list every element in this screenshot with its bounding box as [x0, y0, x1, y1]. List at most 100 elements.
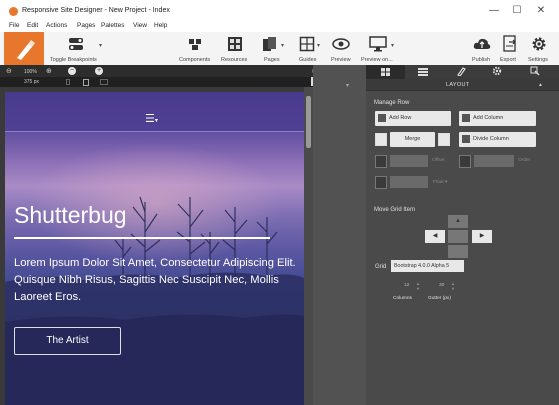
- pages-dropdown-icon[interactable]: ▾: [281, 42, 284, 49]
- hero-divider: [14, 237, 270, 239]
- merge-left-icon[interactable]: [375, 133, 387, 146]
- canvas-width[interactable]: 375 px: [24, 79, 39, 85]
- offset-icon: [375, 155, 387, 168]
- menu-palettes[interactable]: Palettes: [101, 22, 125, 29]
- hero-title[interactable]: Shutterbug: [14, 202, 127, 229]
- move-up-button[interactable]: ▲: [448, 215, 468, 228]
- resources-label[interactable]: Resources: [221, 57, 247, 63]
- menu-edit[interactable]: Edit: [27, 22, 38, 29]
- close-button[interactable]: ✕: [534, 4, 548, 18]
- divide-column-icon: [462, 135, 470, 143]
- guides-dropdown-icon[interactable]: ▾: [317, 42, 320, 49]
- settings-gear-icon[interactable]: [531, 36, 547, 52]
- order-icon: [459, 155, 471, 168]
- tab-style-brush-icon[interactable]: [456, 66, 466, 76]
- grid-framework-select[interactable]: Bootstrap 4.0.0 Alpha 5: [391, 260, 464, 272]
- pages-icon[interactable]: [262, 36, 280, 52]
- breakpoint-bar: [0, 77, 313, 87]
- float-icon: [375, 176, 387, 189]
- settings-label[interactable]: Settings: [528, 57, 548, 63]
- layout-collapse-icon[interactable]: ▲: [538, 82, 543, 88]
- desktop-breakpoint-icon[interactable]: [100, 79, 108, 85]
- tab-layout[interactable]: [366, 65, 405, 79]
- tab-interactions-cursor-icon[interactable]: [530, 66, 540, 76]
- divide-column-button[interactable]: Divide Column: [459, 132, 536, 147]
- menu-view[interactable]: View: [133, 22, 147, 29]
- resources-icon[interactable]: [227, 36, 243, 52]
- float-value[interactable]: Float ▾: [433, 180, 447, 185]
- canvas-scrollbar-thumb[interactable]: [306, 96, 311, 148]
- float-select[interactable]: [390, 176, 428, 188]
- move-right-button[interactable]: ▶: [472, 230, 492, 243]
- page-preview[interactable]: ☰▾ Shutterbug Lorem Ipsum Dolor Sit Amet…: [5, 92, 304, 405]
- tablet-breakpoint-icon[interactable]: [83, 79, 89, 86]
- design-mode-button[interactable]: [4, 32, 44, 66]
- add-row-button[interactable]: Add Row: [375, 111, 451, 126]
- columns-value[interactable]: 12: [404, 283, 409, 288]
- preview-on-dropdown-icon[interactable]: ▾: [391, 42, 394, 49]
- minimize-button[interactable]: —: [487, 4, 501, 18]
- collapse-chevron-icon[interactable]: ▾: [346, 82, 349, 89]
- manage-row-title: Manage Row: [374, 100, 410, 106]
- zoom-out-magnifier-icon[interactable]: ⊖: [6, 67, 12, 75]
- gutter-value[interactable]: 30: [439, 283, 444, 288]
- publish-label[interactable]: Publish: [472, 57, 490, 63]
- app-logo-icon: [9, 7, 18, 16]
- preview-on-label[interactable]: Preview on...: [361, 57, 393, 63]
- menu-actions[interactable]: Actions: [46, 22, 67, 29]
- add-column-label: Add Column: [473, 115, 504, 121]
- move-grid-item-title: Move Grid Item: [374, 207, 416, 213]
- layout-grid-icon: [381, 68, 390, 76]
- export-icon[interactable]: [502, 35, 518, 53]
- pages-label[interactable]: Pages: [264, 57, 280, 63]
- columns-label: Columns: [393, 296, 412, 301]
- grid-label: Grid: [375, 264, 387, 270]
- tab-list-icon[interactable]: [418, 68, 428, 76]
- zoom-decrease-button[interactable]: −: [68, 67, 76, 75]
- zoom-in-magnifier-icon[interactable]: ⊕: [46, 67, 52, 75]
- phone-breakpoint-icon[interactable]: [66, 79, 70, 85]
- the-artist-button[interactable]: The Artist: [14, 327, 121, 355]
- menu-file[interactable]: File: [9, 22, 19, 29]
- order-label: Order: [518, 158, 531, 163]
- window-title: Responsive Site Designer - New Project -…: [22, 7, 170, 14]
- hamburger-menu-icon[interactable]: ☰▾: [145, 112, 158, 125]
- move-left-button[interactable]: ◀: [425, 230, 445, 243]
- toggle-breakpoints-label[interactable]: Toggle Breakpoints: [50, 57, 97, 63]
- maximize-button[interactable]: ☐: [510, 4, 524, 18]
- add-column-icon: [462, 114, 470, 122]
- add-row-label: Add Row: [389, 115, 412, 121]
- panel-gutter: [313, 65, 366, 405]
- move-center-button[interactable]: [448, 230, 468, 243]
- merge-right-icon[interactable]: [438, 133, 450, 146]
- export-label[interactable]: Export: [500, 57, 516, 63]
- preview-label[interactable]: Preview: [331, 57, 351, 63]
- merge-button[interactable]: Merge: [390, 132, 435, 147]
- publish-cloud-icon[interactable]: [473, 36, 491, 52]
- gutter-stepper-icon[interactable]: ▲ ▼: [451, 281, 455, 291]
- gutter-label: Gutter (px): [428, 296, 451, 301]
- preview-on-monitor-icon[interactable]: [369, 36, 387, 52]
- order-select[interactable]: [474, 155, 514, 167]
- toggle-breakpoints-icon[interactable]: [68, 37, 84, 51]
- columns-stepper-icon[interactable]: ▲ ▼: [416, 281, 420, 291]
- menu-pages[interactable]: Pages: [77, 22, 95, 29]
- add-row-icon: [378, 114, 386, 122]
- pen-icon: [17, 40, 35, 60]
- move-down-button[interactable]: [448, 245, 468, 258]
- zoom-level[interactable]: 100%: [24, 69, 37, 75]
- offset-select[interactable]: [390, 155, 428, 167]
- tab-settings-gear-icon[interactable]: [492, 66, 502, 76]
- hero-text[interactable]: Lorem Ipsum Dolor Sit Amet, Consectetur …: [14, 255, 299, 306]
- toggle-breakpoints-dropdown-icon[interactable]: ▾: [99, 42, 102, 49]
- layout-section-title: LAYOUT: [446, 82, 470, 88]
- add-column-button[interactable]: Add Column: [459, 111, 536, 126]
- guides-icon[interactable]: [299, 36, 315, 52]
- zoom-increase-button[interactable]: +: [95, 67, 103, 75]
- guides-label[interactable]: Guides: [299, 57, 316, 63]
- components-label[interactable]: Components: [179, 57, 210, 63]
- menu-help[interactable]: Help: [154, 22, 167, 29]
- divide-column-label: Divide Column: [473, 136, 509, 142]
- components-icon[interactable]: [187, 37, 203, 51]
- preview-eye-icon[interactable]: [332, 38, 350, 50]
